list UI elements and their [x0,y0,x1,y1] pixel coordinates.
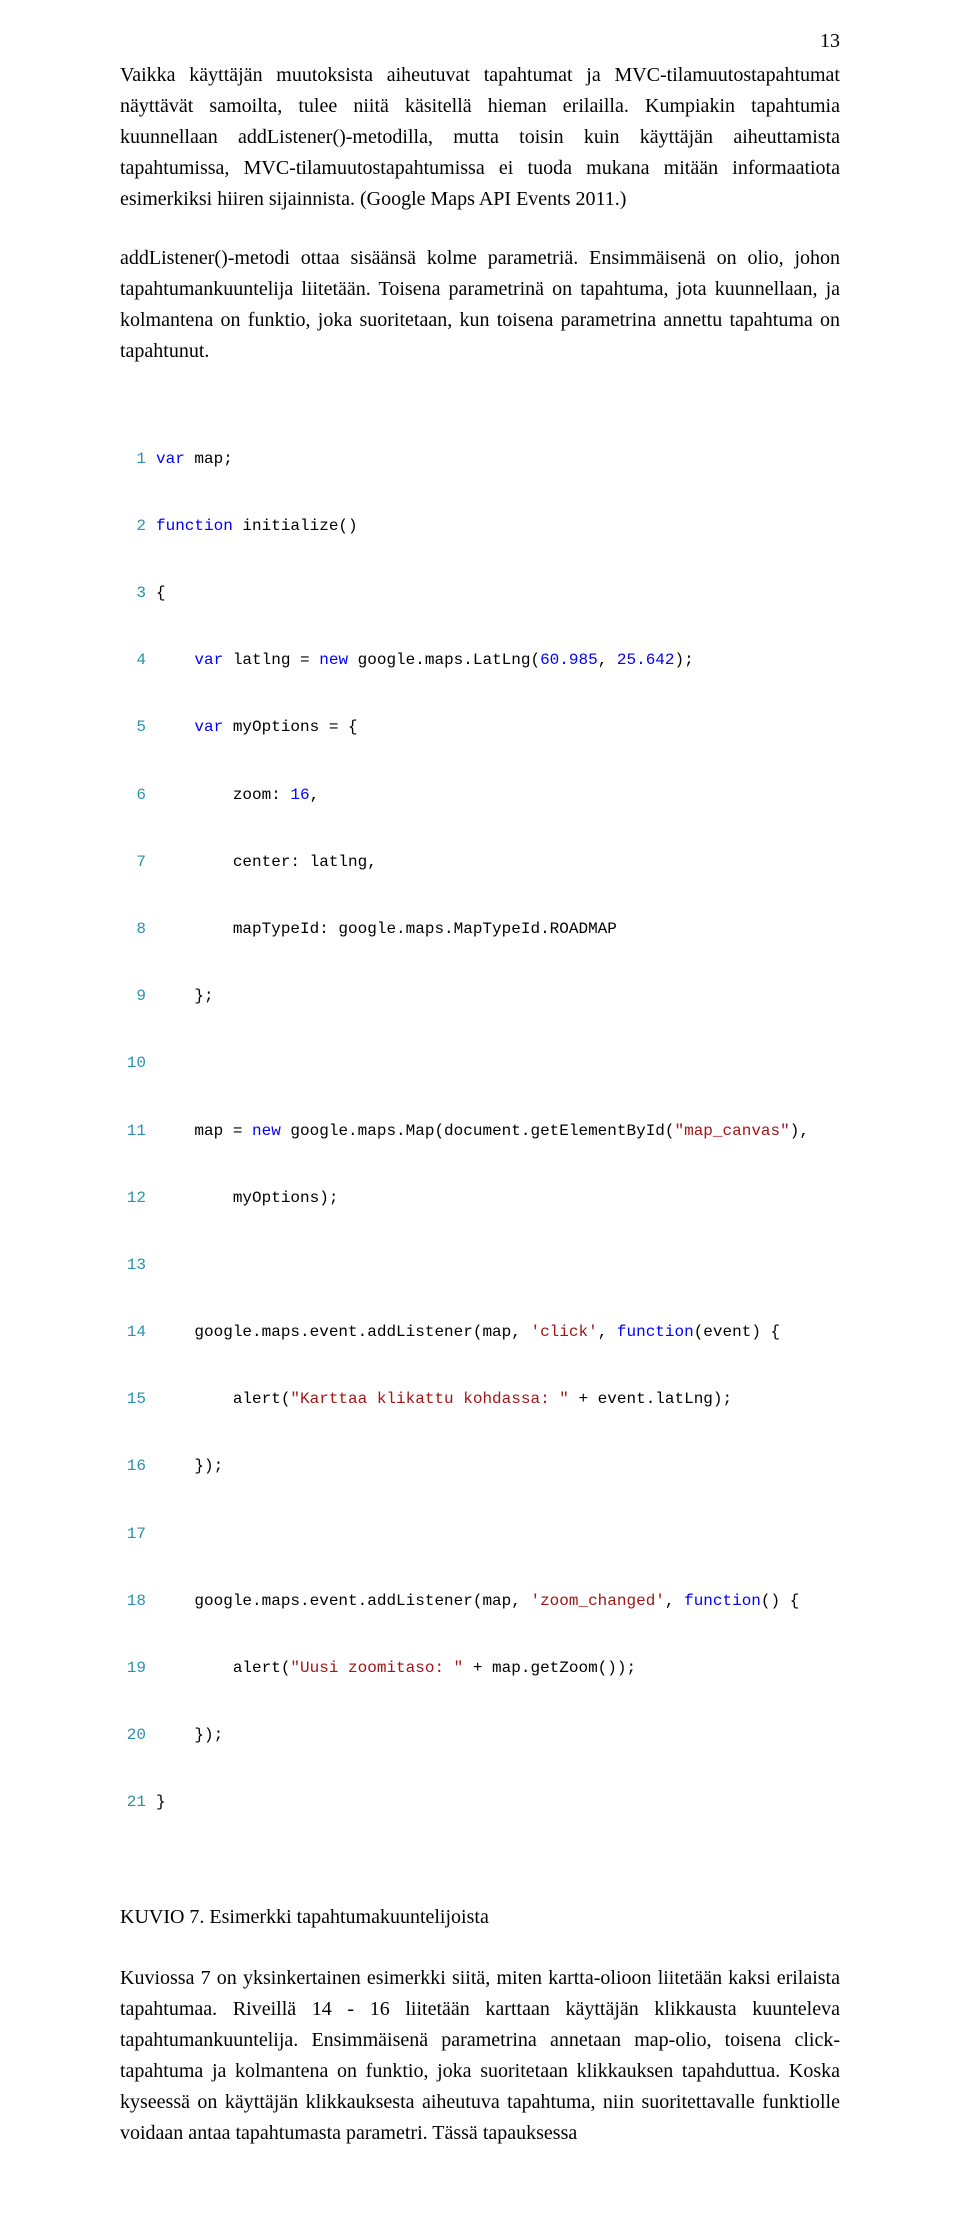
body-text-after: Kuviossa 7 on yksinkertainen esimerkki s… [120,1963,840,2149]
figure-caption: KUVIO 7. Esimerkki tapahtumakuuntelijois… [120,1906,840,1929]
line-number: 3 [120,582,146,604]
code-line: 19 alert("Uusi zoomitaso: " + map.getZoo… [120,1657,840,1679]
code-line: 7 center: latlng, [120,851,840,873]
line-number: 14 [120,1321,146,1343]
paragraph-2: addListener()-metodi ottaa sisäänsä kolm… [120,243,840,367]
line-number: 9 [120,985,146,1007]
line-number: 1 [120,448,146,470]
code-line: 8 mapTypeId: google.maps.MapTypeId.ROADM… [120,918,840,940]
line-number: 12 [120,1187,146,1209]
page-container: 13 Vaikka käyttäjän muutoksista aiheutuv… [0,0,960,2237]
code-line: 21} [120,1791,840,1813]
line-number: 21 [120,1791,146,1813]
code-line: 16 }); [120,1455,840,1477]
code-line: 12 myOptions); [120,1187,840,1209]
line-number: 11 [120,1120,146,1142]
line-number: 4 [120,649,146,671]
line-number: 5 [120,716,146,738]
line-number: 20 [120,1724,146,1746]
code-line: 20 }); [120,1724,840,1746]
line-number: 8 [120,918,146,940]
line-number: 7 [120,851,146,873]
line-number: 18 [120,1590,146,1612]
code-line: 1var map; [120,448,840,470]
code-line: 6 zoom: 16, [120,784,840,806]
paragraph-1: Vaikka käyttäjän muutoksista aiheutuvat … [120,60,840,215]
body-text: Vaikka käyttäjän muutoksista aiheutuvat … [120,60,840,367]
line-number: 2 [120,515,146,537]
line-number: 16 [120,1455,146,1477]
code-line: 13 [120,1254,840,1276]
line-number: 19 [120,1657,146,1679]
code-line: 2function initialize() [120,515,840,537]
code-line: 14 google.maps.event.addListener(map, 'c… [120,1321,840,1343]
code-line: 10 [120,1052,840,1074]
page-number: 13 [820,30,840,53]
code-line: 18 google.maps.event.addListener(map, 'z… [120,1590,840,1612]
code-line: 17 [120,1523,840,1545]
line-number: 17 [120,1523,146,1545]
code-line: 3{ [120,582,840,604]
code-line: 9 }; [120,985,840,1007]
line-number: 15 [120,1388,146,1410]
code-line: 11 map = new google.maps.Map(document.ge… [120,1120,840,1142]
code-line: 5 var myOptions = { [120,716,840,738]
line-number: 10 [120,1052,146,1074]
code-line: 15 alert("Karttaa klikattu kohdassa: " +… [120,1388,840,1410]
code-block: 1var map; 2function initialize() 3{ 4 va… [120,395,840,1866]
paragraph-3: Kuviossa 7 on yksinkertainen esimerkki s… [120,1963,840,2149]
line-number: 6 [120,784,146,806]
code-line: 4 var latlng = new google.maps.LatLng(60… [120,649,840,671]
line-number: 13 [120,1254,146,1276]
